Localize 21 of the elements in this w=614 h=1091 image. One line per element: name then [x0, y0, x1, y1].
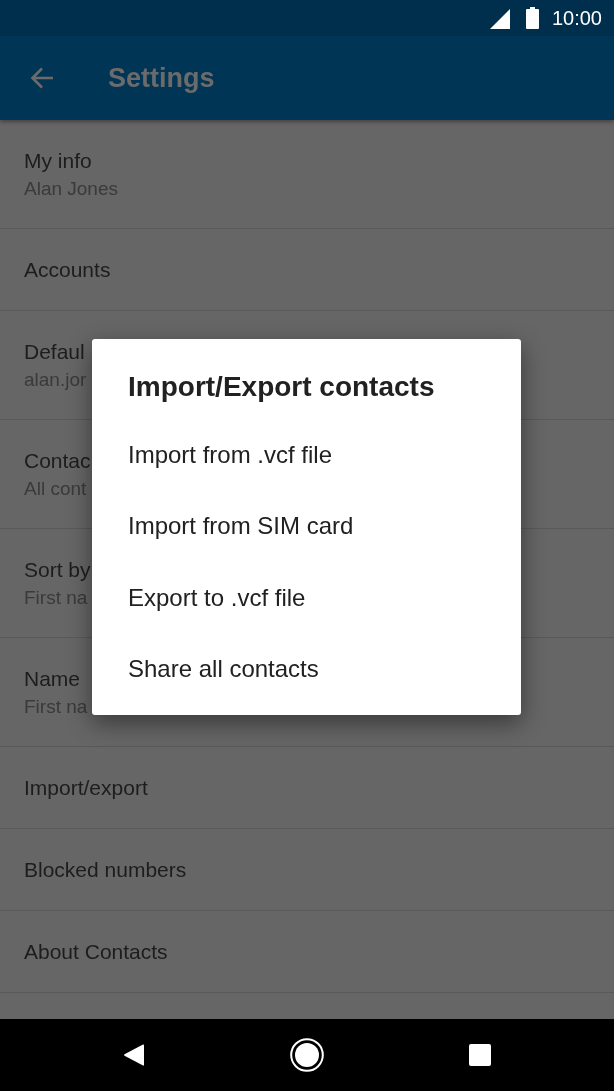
setting-title[interactable]: Accounts	[24, 255, 111, 284]
menu-option[interactable]: Export to .vcf file	[128, 562, 306, 634]
setting-title[interactable]: Import/export	[24, 773, 148, 802]
screen-title: Settings	[108, 62, 215, 95]
battery-icon	[525, 7, 539, 29]
setting-title[interactable]: Contac	[24, 447, 91, 475]
back-icon[interactable]	[123, 1043, 145, 1067]
menu-option[interactable]: Import from SIM card	[128, 490, 354, 562]
setting-title[interactable]: My info	[24, 147, 92, 175]
home-icon[interactable]	[290, 1038, 324, 1072]
signal-icon	[489, 8, 510, 29]
setting-title[interactable]: Defaul	[24, 338, 85, 366]
setting-title[interactable]: Blocked numbers	[24, 855, 187, 884]
menu-option[interactable]: Share all contacts	[128, 633, 319, 705]
menu-option[interactable]: Import from .vcf file	[128, 419, 333, 491]
dialog-title: Import/Export contacts	[128, 370, 435, 404]
setting-title[interactable]: About Contacts	[24, 937, 168, 966]
setting-title[interactable]: Name	[24, 665, 81, 693]
clock-time: 10:00	[551, 6, 602, 30]
back-arrow-icon[interactable]	[30, 67, 54, 89]
setting-title[interactable]: Sort by	[24, 556, 91, 584]
